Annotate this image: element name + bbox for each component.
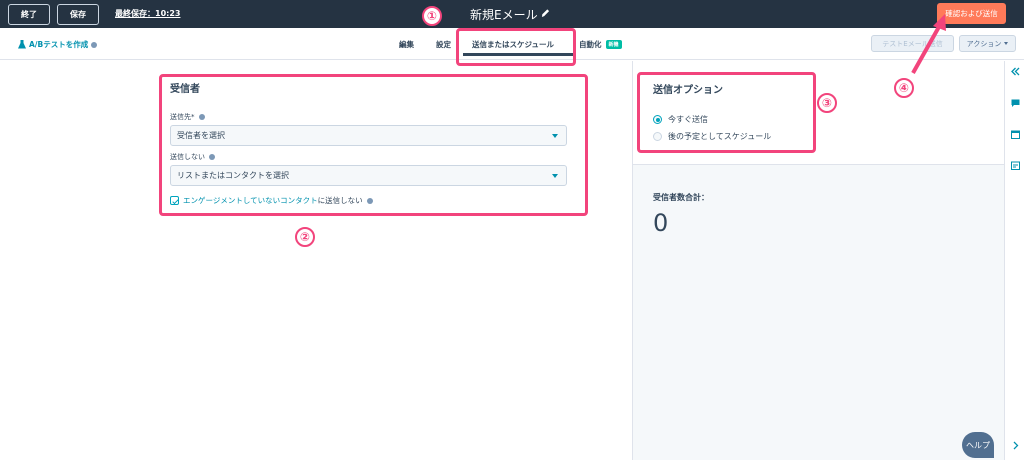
help-button[interactable]: ヘルプ <box>962 432 994 458</box>
annotation-arrow-icon <box>911 14 946 74</box>
